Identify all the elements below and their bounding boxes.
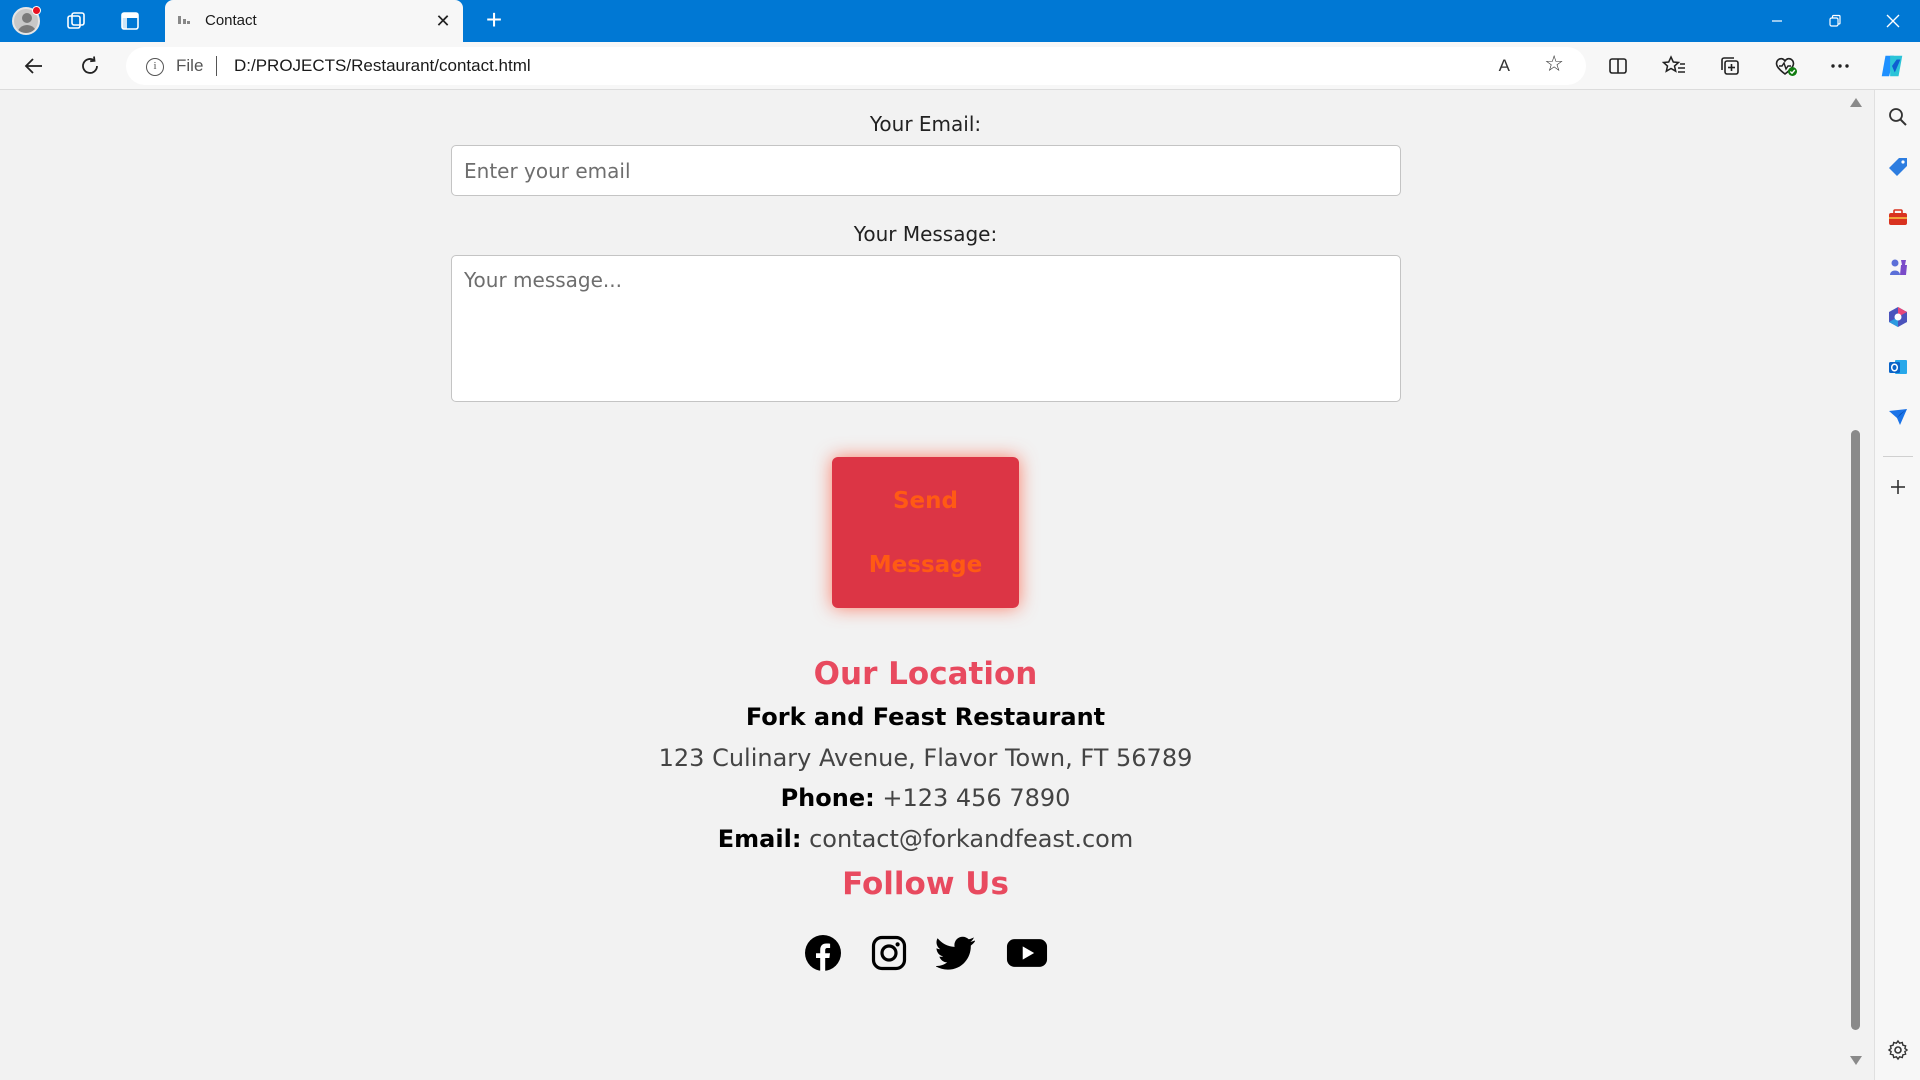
send-message-button[interactable]: Send Message: [832, 457, 1019, 608]
read-aloud-icon[interactable]: A: [1499, 56, 1510, 76]
collections-icon[interactable]: [1716, 52, 1744, 80]
profile-avatar-icon[interactable]: [12, 6, 41, 35]
restore-button[interactable]: [1806, 0, 1864, 42]
twitter-icon[interactable]: [935, 932, 977, 974]
scroll-down-arrow-icon[interactable]: [1850, 1056, 1862, 1065]
contact-email-value: contact@forkandfeast.com: [809, 825, 1134, 853]
scrollbar-thumb[interactable]: [1851, 430, 1860, 1030]
edge-sidebar: [1874, 90, 1920, 1080]
page-content: Your Email: Your Message: Send Message O…: [5, 90, 1846, 1075]
workspaces-icon[interactable]: [62, 7, 90, 35]
settings-gear-icon[interactable]: [1886, 1038, 1910, 1062]
url-text[interactable]: D:/PROJECTS/Restaurant/contact.html: [234, 56, 531, 76]
outlook-icon[interactable]: [1886, 355, 1910, 379]
tools-briefcase-icon[interactable]: [1886, 205, 1910, 229]
address-text: 123 Culinary Avenue, Flavor Town, FT 567…: [658, 744, 1193, 772]
scroll-up-arrow-icon[interactable]: [1850, 98, 1862, 107]
tab-favicon-icon: [177, 14, 191, 26]
title-bar: Contact ✕ +: [0, 0, 1920, 42]
tab-title: Contact: [205, 12, 257, 29]
send-button-label-line1: Send: [892, 487, 958, 514]
new-tab-button[interactable]: +: [480, 6, 508, 35]
add-sidebar-app-icon[interactable]: [1886, 475, 1910, 499]
browser-essentials-icon[interactable]: [1772, 52, 1800, 80]
back-arrow-icon: [24, 58, 42, 74]
address-bar[interactable]: i File D:/PROJECTS/Restaurant/contact.ht…: [126, 47, 1586, 85]
favorite-star-icon[interactable]: ☆: [1544, 54, 1564, 76]
email-label: Your Email:: [869, 112, 982, 136]
instagram-icon[interactable]: [868, 932, 910, 974]
site-info-icon[interactable]: i: [146, 58, 164, 76]
browser-toolbar: i File D:/PROJECTS/Restaurant/contact.ht…: [0, 42, 1920, 90]
follow-heading: Follow Us: [842, 866, 1009, 902]
microsoft-365-icon[interactable]: [1886, 305, 1910, 329]
notification-dot: [32, 6, 41, 15]
reload-button[interactable]: [74, 50, 106, 82]
tab-close-icon[interactable]: ✕: [433, 11, 453, 31]
search-icon[interactable]: [1886, 105, 1910, 129]
tab-actions-icon[interactable]: [116, 7, 144, 35]
email-field[interactable]: [451, 145, 1401, 196]
games-chess-icon[interactable]: [1886, 255, 1910, 279]
split-screen-icon[interactable]: [1604, 52, 1632, 80]
minimize-button[interactable]: [1748, 0, 1806, 42]
close-window-button[interactable]: [1864, 0, 1920, 42]
message-label: Your Message:: [853, 222, 998, 246]
phone-value: +123 456 7890: [882, 784, 1071, 812]
reload-icon: [82, 56, 98, 74]
more-options-icon[interactable]: [1826, 52, 1854, 80]
send-drop-icon[interactable]: [1886, 405, 1910, 429]
page-scrollbar[interactable]: [1846, 90, 1866, 1075]
phone-line: Phone: +123 456 7890: [5, 784, 1846, 812]
tab-contact[interactable]: Contact ✕: [165, 0, 463, 42]
send-button-label-line2: Message: [868, 551, 983, 578]
location-heading: Our Location: [813, 656, 1038, 692]
sidebar-divider: [1883, 456, 1913, 457]
phone-label: Phone:: [780, 784, 875, 812]
youtube-icon[interactable]: [1006, 932, 1048, 974]
facebook-icon[interactable]: [802, 932, 844, 974]
shopping-tag-icon[interactable]: [1886, 155, 1910, 179]
copilot-icon[interactable]: [1878, 52, 1906, 80]
social-links: [802, 932, 1062, 976]
back-button[interactable]: [18, 50, 50, 82]
address-separator: [216, 56, 217, 76]
contact-email-label: Email:: [717, 825, 802, 853]
favorites-icon[interactable]: [1660, 52, 1688, 80]
restaurant-name: Fork and Feast Restaurant: [745, 703, 1106, 731]
url-scheme: File: [176, 56, 204, 75]
message-field[interactable]: [451, 255, 1401, 402]
email-line: Email: contact@forkandfeast.com: [5, 825, 1846, 853]
